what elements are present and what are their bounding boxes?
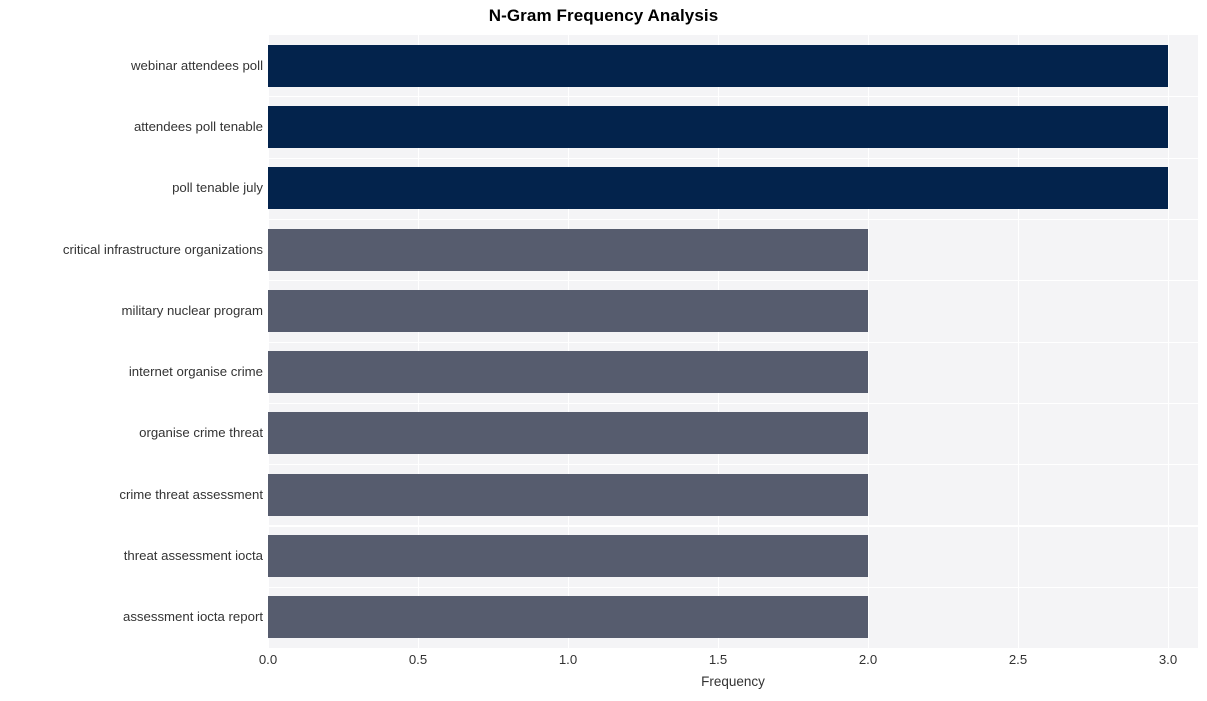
gridline-horizontal [268,402,1198,404]
gridline-horizontal [268,464,1198,466]
bar [268,167,1168,210]
gridline-horizontal [268,96,1198,98]
x-axis-tick-label: 2.5 [1008,652,1028,667]
bar [268,412,868,455]
y-axis-tick-labels: webinar attendees poll attendees poll ten… [0,35,263,648]
y-axis-tick-label: crime threat assessment [119,486,263,502]
y-axis-tick-label: organise crime threat [139,425,263,441]
gridline-horizontal [268,218,1198,221]
x-axis-label: Frequency [701,674,765,689]
gridline-horizontal [268,586,1198,588]
gridline-horizontal [268,157,1198,159]
y-axis-tick-label: critical infrastructure organizations [62,241,263,257]
gridline-horizontal [268,341,1198,343]
chart-figure: N-Gram Frequency Analysis webinar attend… [0,0,1207,701]
y-axis-tick-label: threat assessment iocta [123,548,263,564]
bar [268,105,1168,148]
x-axis-tick-label: 1.5 [708,652,728,667]
y-axis-tick-label: internet organise crime [128,364,263,380]
gridline-horizontal [268,280,1198,282]
gridline-horizontal [268,525,1198,527]
y-axis-tick-label: webinar attendees poll [131,57,263,73]
bar [268,351,868,394]
y-axis-tick-label: poll tenable july [172,180,263,196]
plot-area [268,35,1198,648]
bar [268,535,868,578]
page-title: N-Gram Frequency Analysis [488,6,719,25]
y-axis-tick-label: assessment iocta report [123,609,263,625]
x-axis-tick-label: 0.5 [408,652,428,667]
y-axis-tick-label: military nuclear program [121,302,263,318]
x-axis-tick-label: 0.0 [258,652,278,667]
y-axis-tick-label: attendees poll tenable [133,118,263,134]
bar [268,289,868,332]
x-axis-tick-label: 3.0 [1158,652,1178,667]
bar [268,596,868,639]
x-axis-tick-label: 1.0 [558,652,578,667]
bar [268,228,868,271]
x-axis-tick-labels: 0.0 0.5 1.0 1.5 2.0 2.5 3.0 [0,652,1207,672]
bar [268,473,868,516]
bar [268,44,1168,87]
x-axis-tick-label: 2.0 [858,652,878,667]
